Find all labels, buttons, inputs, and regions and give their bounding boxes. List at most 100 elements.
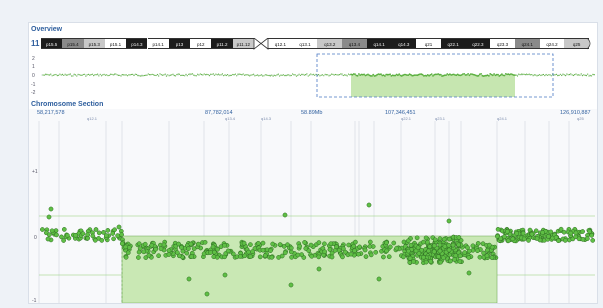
data-point bbox=[441, 236, 447, 242]
overview-point bbox=[318, 74, 320, 76]
overview-point bbox=[295, 75, 298, 77]
ideogram-band[interactable]: p14.3 bbox=[126, 38, 148, 49]
overview-point bbox=[535, 74, 537, 76]
overview-point bbox=[240, 73, 242, 75]
ideogram-band[interactable]: q14.3 bbox=[391, 38, 417, 49]
data-point bbox=[401, 254, 406, 260]
overview-point bbox=[242, 73, 244, 75]
overview-point bbox=[302, 73, 304, 75]
overview-point bbox=[189, 73, 191, 75]
overview-point bbox=[254, 75, 256, 77]
ideogram-band[interactable]: p11.2 bbox=[211, 38, 233, 49]
data-point bbox=[453, 253, 459, 258]
overview-point bbox=[303, 74, 305, 76]
ideogram-band[interactable]: p15.5 bbox=[41, 38, 63, 49]
chromosome-ideogram[interactable]: 11 p15.5 p15.4 p15.3 p15.1 p14.3 p14.1 p13 p12 p… bbox=[29, 38, 597, 51]
overview-point bbox=[107, 75, 109, 77]
overview-point bbox=[523, 73, 525, 75]
overview-point bbox=[117, 74, 119, 76]
data-point bbox=[332, 248, 338, 253]
overview-point bbox=[260, 74, 262, 76]
overview-point bbox=[71, 75, 73, 77]
ideogram-band[interactable]: q24.1 bbox=[514, 38, 540, 49]
ideogram-band[interactable]: q21 bbox=[416, 38, 441, 49]
ideogram-band[interactable]: p13 bbox=[168, 38, 191, 49]
overview-point bbox=[306, 73, 308, 75]
overview-point bbox=[229, 74, 231, 77]
ideogram-band[interactable]: q13.4 bbox=[342, 38, 367, 49]
overview-point bbox=[176, 73, 178, 76]
overview-point bbox=[536, 75, 538, 77]
overview-point bbox=[251, 74, 253, 76]
ideogram-band[interactable]: q23.3 bbox=[490, 38, 515, 49]
data-point bbox=[514, 231, 520, 236]
ideogram-band[interactable]: p15.1 bbox=[104, 38, 127, 49]
genome-viewer-panel: Overview 11 p15.5 p15.4 p15.3 p15.1 p14.3 p14… bbox=[28, 22, 598, 304]
data-point bbox=[166, 252, 172, 257]
ideogram-band[interactable]: q25 bbox=[564, 38, 589, 49]
overview-point bbox=[125, 74, 127, 76]
overview-point bbox=[136, 73, 138, 76]
overview-point bbox=[524, 74, 526, 76]
overview-point bbox=[224, 74, 226, 76]
data-point bbox=[534, 236, 540, 241]
ideogram-band[interactable]: q14.1 bbox=[366, 38, 392, 49]
overview-point bbox=[143, 74, 145, 77]
overview-point bbox=[384, 75, 386, 77]
data-point bbox=[466, 270, 472, 276]
overview-point bbox=[540, 74, 542, 77]
overview-point bbox=[137, 75, 139, 77]
data-point bbox=[123, 254, 129, 260]
overview-point bbox=[55, 73, 57, 76]
overview-point bbox=[273, 74, 275, 76]
overview-point bbox=[210, 73, 212, 75]
ideogram-band[interactable]: p14.1 bbox=[147, 38, 169, 49]
overview-point bbox=[102, 74, 104, 76]
overview-point bbox=[514, 74, 516, 76]
data-point bbox=[210, 244, 216, 250]
ideogram-band[interactable]: p15.4 bbox=[62, 38, 84, 49]
data-point bbox=[93, 227, 99, 232]
overview-plot[interactable]: 2 1 0 -1 -2 bbox=[29, 53, 597, 99]
overview-point bbox=[58, 74, 60, 76]
data-point bbox=[110, 231, 116, 236]
overview-point bbox=[327, 74, 329, 76]
overview-point bbox=[346, 75, 348, 77]
ideogram-band[interactable]: q24.2 bbox=[539, 38, 565, 49]
ideogram-band[interactable]: q22.3 bbox=[465, 38, 491, 49]
overview-point bbox=[380, 73, 382, 76]
data-point bbox=[387, 244, 393, 250]
overview-point bbox=[581, 75, 584, 77]
overview-point bbox=[389, 73, 391, 76]
overview-point bbox=[519, 74, 521, 76]
overview-point bbox=[256, 74, 259, 76]
overview-point bbox=[91, 73, 93, 75]
data-point bbox=[308, 242, 314, 248]
data-point bbox=[211, 254, 217, 260]
overview-point bbox=[516, 75, 519, 77]
overview-point bbox=[325, 74, 327, 76]
data-point bbox=[548, 229, 554, 235]
data-point bbox=[356, 251, 361, 257]
ideogram-band[interactable]: q13.1 bbox=[292, 38, 318, 49]
ideogram-band[interactable]: p12 bbox=[190, 38, 212, 49]
overview-point bbox=[68, 73, 70, 75]
overview-point bbox=[232, 73, 234, 76]
ideogram-band[interactable]: q13.2 bbox=[317, 38, 343, 49]
ideogram-band[interactable]: p15.3 bbox=[83, 38, 105, 49]
overview-point bbox=[371, 75, 373, 77]
overview-point bbox=[328, 75, 330, 77]
overview-point bbox=[133, 74, 135, 77]
overview-point bbox=[354, 73, 356, 76]
ideogram-band[interactable]: q22.1 bbox=[440, 38, 466, 49]
chromosome-section-plot[interactable]: 58,217,578 87,782,014 58.89Mb 107,346,45… bbox=[29, 109, 597, 303]
overview-point bbox=[78, 74, 80, 76]
overview-point bbox=[281, 74, 283, 76]
ideogram-band[interactable]: q12.1 bbox=[268, 38, 293, 49]
band-label: q12.1 bbox=[87, 116, 98, 121]
ideogram-band[interactable]: p11.12 bbox=[232, 38, 254, 49]
data-point bbox=[580, 229, 585, 234]
data-point bbox=[277, 242, 283, 247]
data-point bbox=[504, 229, 510, 234]
overview-point bbox=[372, 73, 375, 76]
